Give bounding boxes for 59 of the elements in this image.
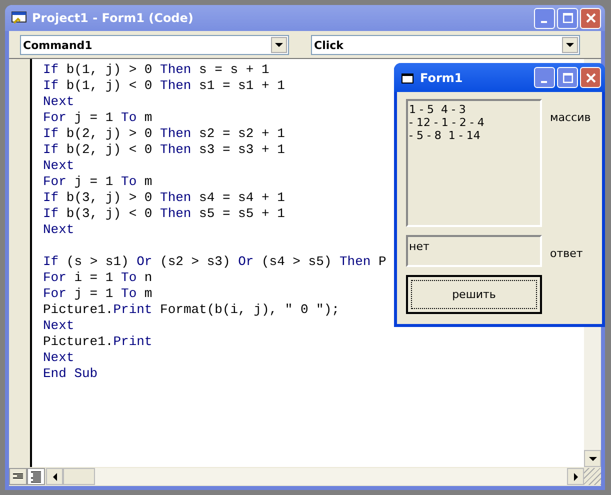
code-line: If (s > s1) Or (s2 > s3) Or (s4 > s5) Then P <box>43 254 386 270</box>
close-icon <box>586 13 596 23</box>
code-line: Next <box>43 318 74 334</box>
code-line: For j = 1 To m <box>43 110 152 126</box>
caret-icon <box>275 43 283 47</box>
close-button[interactable] <box>580 8 601 28</box>
window-title: Form1 <box>420 70 464 84</box>
solve-button[interactable]: решить <box>406 275 542 314</box>
code-line: Next <box>43 158 74 174</box>
minimize-button[interactable] <box>534 8 555 28</box>
procedure-view-button[interactable] <box>9 468 27 485</box>
code-line: Next <box>43 94 74 110</box>
minimize-icon <box>540 80 546 82</box>
down-arrow-icon <box>588 456 596 460</box>
code-line: Next <box>43 350 74 366</box>
minimize-button[interactable] <box>534 67 555 88</box>
maximize-button[interactable] <box>557 8 578 28</box>
scroll-down-button[interactable] <box>584 450 601 467</box>
code-line: For j = 1 To m <box>43 286 152 302</box>
code-window-icon <box>11 11 27 25</box>
procedure-dropdown[interactable]: Click <box>311 35 580 55</box>
code-line: If b(2, j) < 0 Then s3 = s3 + 1 <box>43 142 285 158</box>
lines-icon <box>30 470 42 482</box>
code-line: Picture1.Print Format(b(i, j), " 0 "); <box>43 302 340 318</box>
object-dropdown[interactable]: Command1 <box>20 35 289 55</box>
code-line: Next <box>43 222 74 238</box>
horizontal-scrollbar[interactable] <box>46 468 584 485</box>
lines-icon <box>12 472 24 482</box>
code-line: If b(3, j) < 0 Then s5 = s5 + 1 <box>43 206 285 222</box>
answer-label: ответ <box>550 247 583 262</box>
maximize-icon <box>562 72 572 82</box>
close-icon <box>586 72 596 82</box>
output-line: - 5 - 8 1 - 14 <box>409 129 482 142</box>
output-line: - 12 - 1 - 2 - 4 <box>409 116 486 129</box>
code-line: For j = 1 To m <box>43 174 152 190</box>
right-arrow-icon <box>574 472 578 480</box>
scroll-right-button[interactable] <box>567 468 584 485</box>
code-line: For i = 1 To n <box>43 270 152 286</box>
left-arrow-icon <box>52 472 56 480</box>
full-module-view-button[interactable] <box>27 468 45 485</box>
minimize-icon <box>540 21 546 23</box>
code-line: If b(3, j) > 0 Then s4 = s4 + 1 <box>43 190 285 206</box>
code-line: End Sub <box>43 366 98 382</box>
maximize-icon <box>562 13 572 23</box>
scroll-left-button[interactable] <box>46 468 63 485</box>
form-icon <box>401 72 415 84</box>
code-line: Picture1.Print <box>43 334 152 350</box>
close-button[interactable] <box>580 67 601 88</box>
answer-field[interactable]: нет <box>406 235 542 267</box>
window-title: Project1 - Form1 (Code) <box>32 11 194 25</box>
caret-icon <box>566 43 574 47</box>
output-line: 1 - 5 4 - 3 <box>409 103 467 116</box>
scroll-thumb[interactable] <box>63 468 95 485</box>
maximize-button[interactable] <box>557 67 578 88</box>
resize-grip[interactable] <box>584 468 601 485</box>
array-label: массив <box>550 111 591 126</box>
code-line: If b(1, j) > 0 Then s = s + 1 <box>43 62 270 78</box>
code-line: If b(1, j) < 0 Then s1 = s1 + 1 <box>43 78 285 94</box>
code-line: If b(2, j) > 0 Then s2 = s2 + 1 <box>43 126 285 142</box>
